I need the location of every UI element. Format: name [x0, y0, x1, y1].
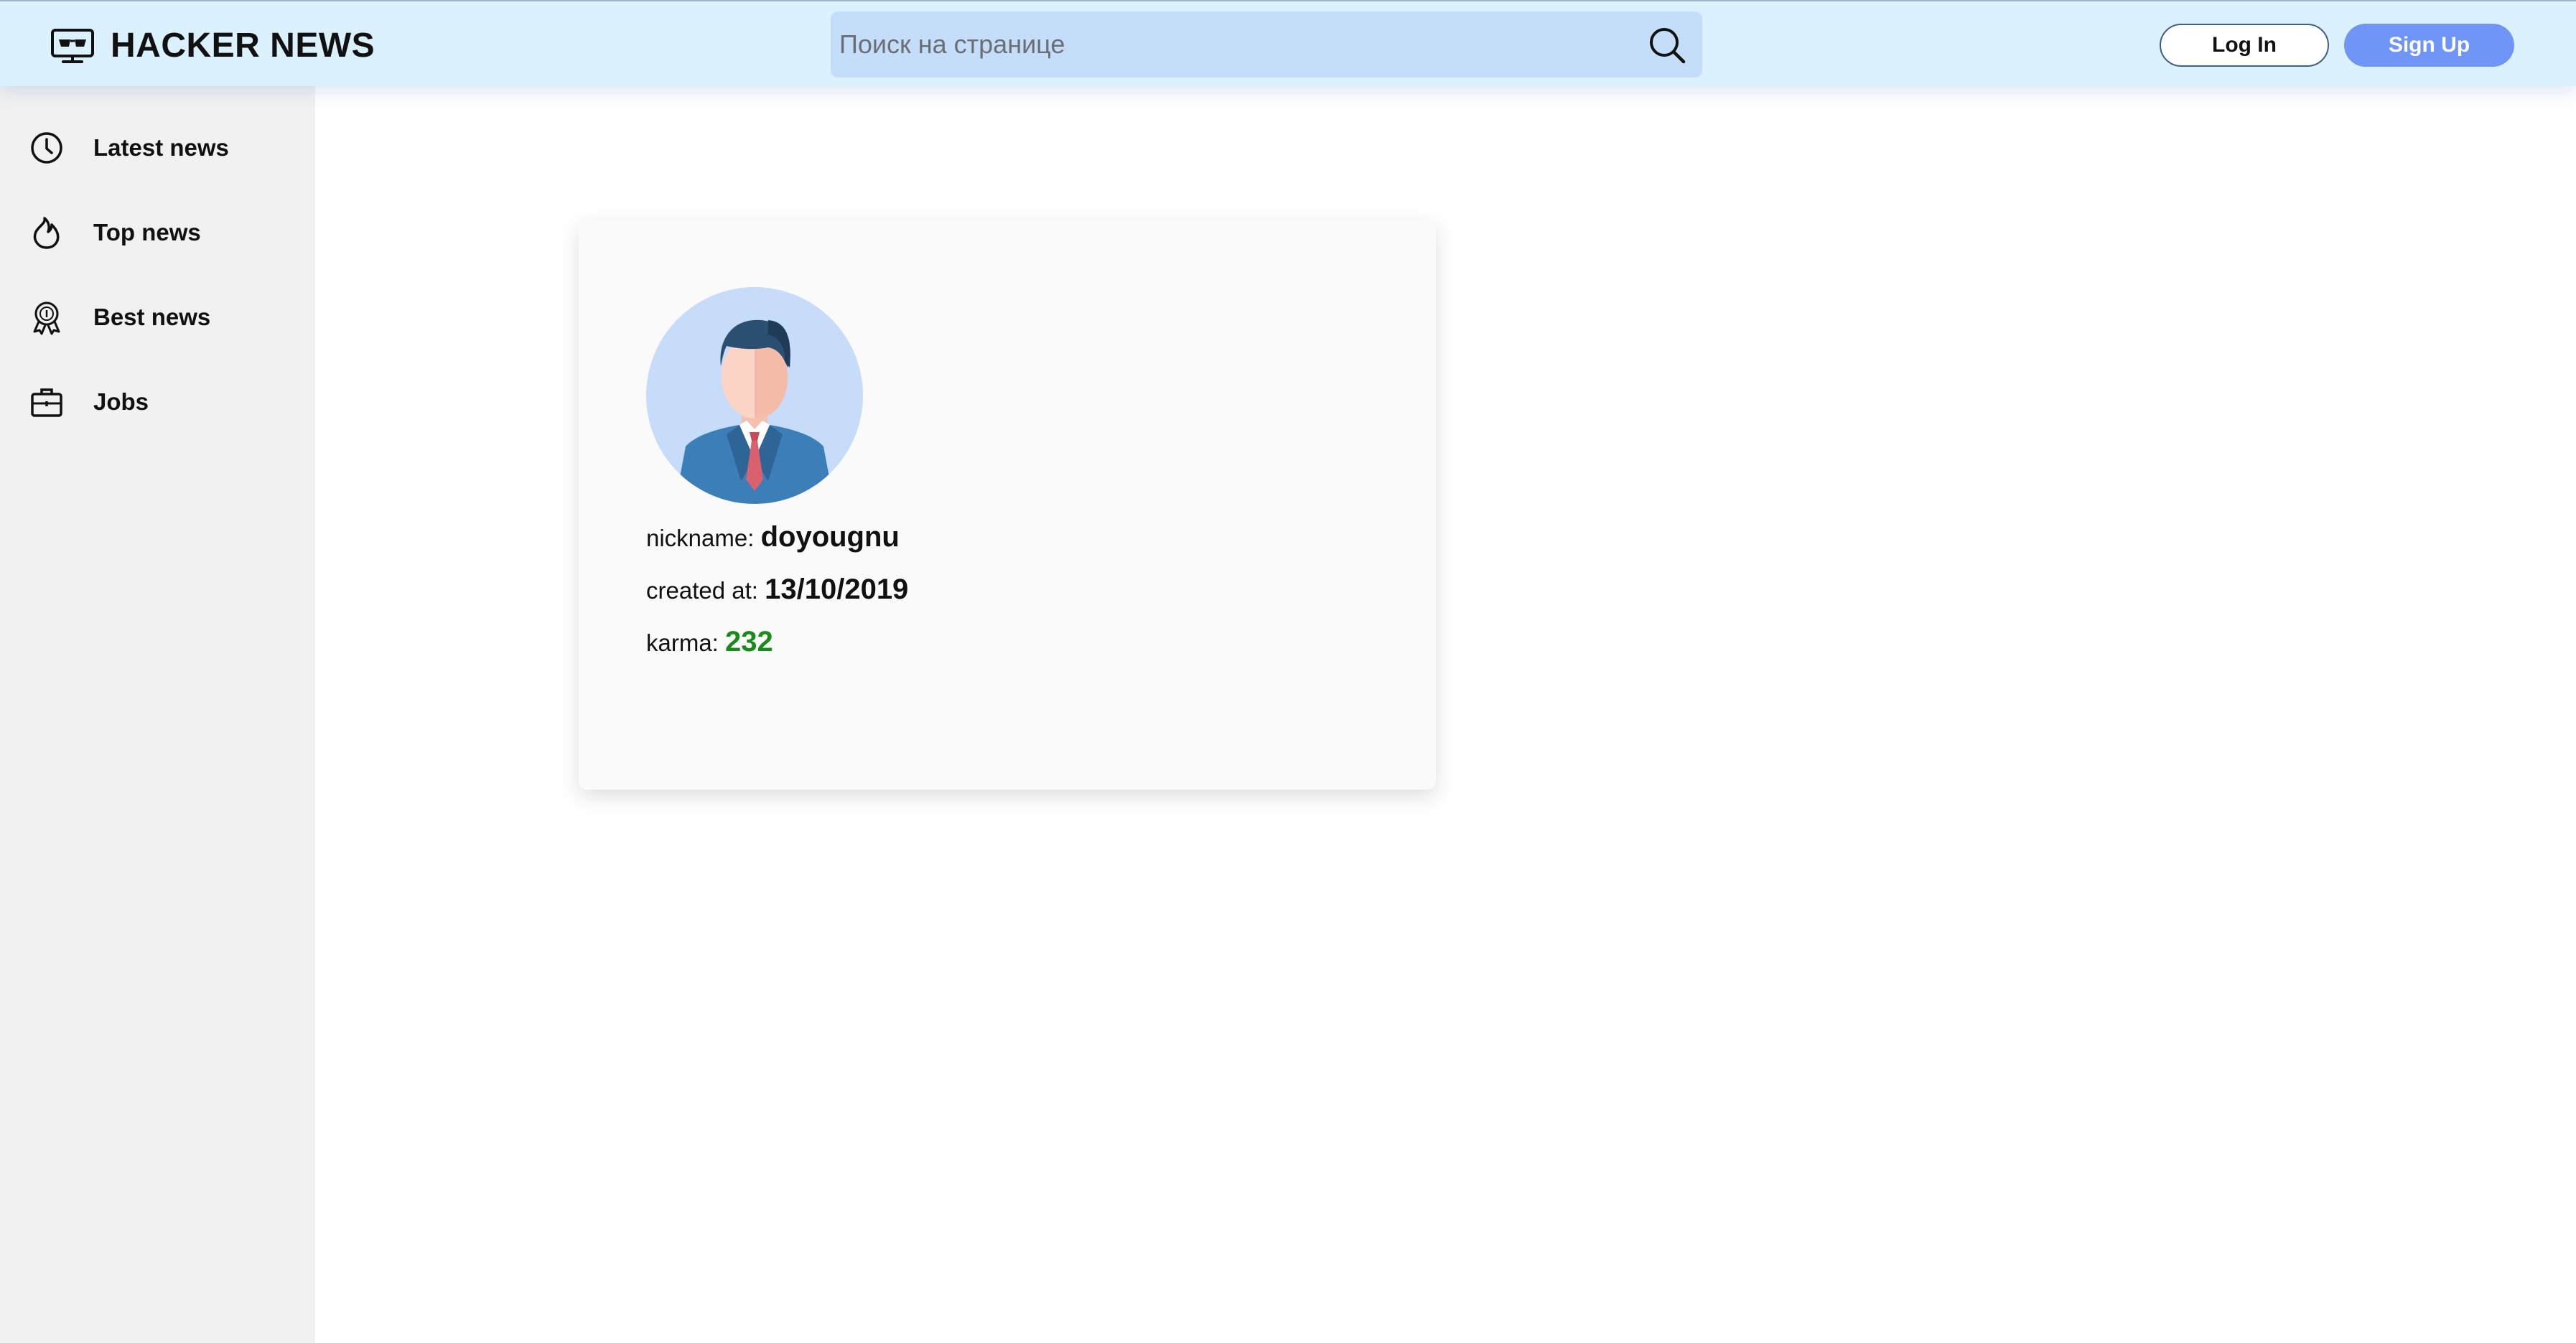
- sidebar-item-label: Latest news: [93, 134, 229, 161]
- sidebar-item-jobs[interactable]: Jobs: [29, 380, 149, 424]
- sidebar-item-top-news[interactable]: Top news: [29, 211, 201, 254]
- profile-card: nickname: doyougnu created at: 13/10/201…: [579, 220, 1436, 790]
- logo-text: HACKER NEWS: [111, 27, 375, 65]
- nickname-field: nickname: doyougnu: [646, 521, 900, 553]
- karma-value: 232: [725, 626, 773, 658]
- nickname-value: doyougnu: [760, 521, 900, 553]
- briefcase-icon: [31, 388, 62, 417]
- search-icon[interactable]: [1648, 26, 1686, 65]
- signup-button[interactable]: Sign Up: [2344, 24, 2514, 67]
- monitor-glasses-icon: [51, 28, 94, 63]
- search-input[interactable]: [838, 11, 1628, 78]
- sidebar-item-latest-news[interactable]: Latest news: [29, 126, 229, 169]
- search-bar: [831, 11, 1702, 78]
- clock-icon: [31, 132, 62, 164]
- avatar: [646, 287, 863, 504]
- top-header: HACKER NEWS Log In Sign Up: [0, 0, 2576, 86]
- created-value: 13/10/2019: [765, 574, 909, 605]
- medal-icon: [33, 301, 60, 335]
- karma-label: karma:: [646, 630, 719, 656]
- sidebar-item-label: Top news: [93, 219, 201, 245]
- sidebar-item-label: Jobs: [93, 388, 149, 415]
- created-field: created at: 13/10/2019: [646, 574, 908, 606]
- login-button[interactable]: Log In: [2160, 24, 2329, 67]
- nickname-label: nickname:: [646, 525, 755, 551]
- sidebar: Latest news Top news Best news Jobs: [0, 86, 315, 1343]
- created-label: created at:: [646, 577, 758, 604]
- logo[interactable]: HACKER NEWS: [50, 26, 375, 65]
- sidebar-item-best-news[interactable]: Best news: [29, 296, 210, 339]
- sidebar-item-label: Best news: [93, 304, 211, 330]
- flame-icon: [33, 217, 60, 249]
- karma-field: karma: 232: [646, 626, 773, 658]
